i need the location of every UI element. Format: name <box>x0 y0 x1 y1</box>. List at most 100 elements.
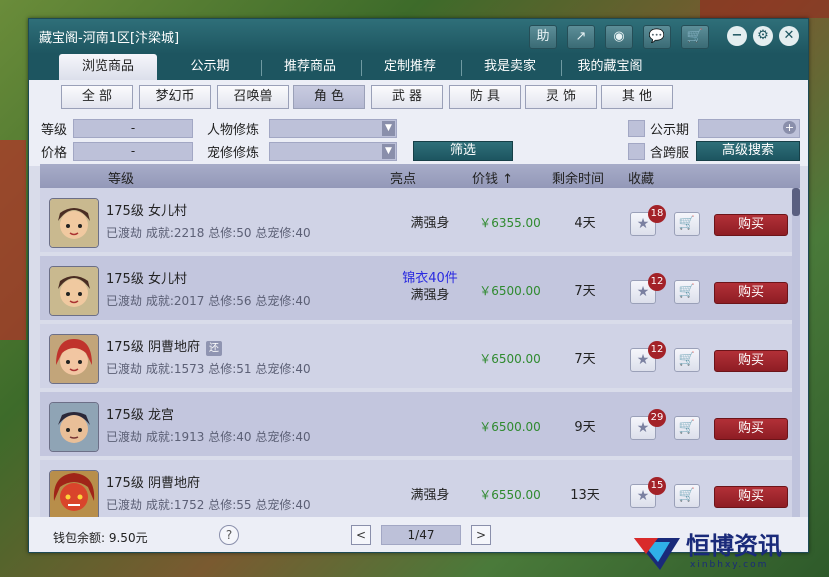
row-title-text: 175级 阴曹地府 <box>106 340 200 355</box>
header-price-label: 价钱 <box>472 172 499 187</box>
listing-table: 175级 女儿村 已渡劫 成就:2218 总修:50 总宠修:40 满强身 ￥6… <box>40 188 792 517</box>
help-button[interactable]: 助 <box>529 25 557 49</box>
row-title[interactable]: 175级 阴曹地府 <box>106 472 200 491</box>
row-details: 已渡劫 成就:1913 总修:40 总宠修:40 <box>106 430 311 444</box>
tab-separator <box>361 60 362 76</box>
category-gold[interactable]: 梦幻币 <box>139 85 211 109</box>
row-details: 已渡劫 成就:2218 总修:50 总宠修:40 <box>106 226 311 240</box>
table-scrollbar[interactable] <box>792 188 800 517</box>
filter-panel: 等级 - 价格 - 人物修炼 ▼ 宠修修炼 ▼ 筛选 公示期 + 含跨服 高级搜… <box>29 116 808 166</box>
minimize-button[interactable]: − <box>727 26 747 46</box>
row-remaining: 9天 <box>574 420 596 435</box>
tab-publicity[interactable]: 公示期 <box>165 54 255 80</box>
plus-icon[interactable]: + <box>783 121 796 134</box>
cultivation-select[interactable]: ▼ <box>269 119 397 138</box>
favorite-count: 18 <box>648 205 666 223</box>
row-price: ￥6500.00 <box>479 352 541 366</box>
row-title[interactable]: 175级 阴曹地府还 <box>106 336 222 356</box>
settings-button[interactable]: ⚙ <box>753 26 773 46</box>
background-roof <box>700 0 829 18</box>
row-remaining: 7天 <box>574 352 596 367</box>
category-character[interactable]: 角 色 <box>293 85 365 109</box>
row-price: ￥6500.00 <box>479 420 541 434</box>
cross-server-label: 含跨服 <box>650 146 690 161</box>
table-row: 175级 龙宫 已渡劫 成就:1913 总修:40 总宠修:40 ￥6500.0… <box>40 392 792 456</box>
header-price[interactable]: 价钱 ↑ <box>472 168 513 187</box>
site-watermark: 恒博资讯 xinbhxy.com <box>630 520 829 577</box>
favorite-count: 29 <box>648 409 666 427</box>
advanced-search-button[interactable]: 高级搜索 <box>696 141 800 161</box>
share-icon[interactable]: ↗ <box>567 25 595 49</box>
buy-button[interactable]: 购买 <box>714 282 788 304</box>
tab-my-cangbaoge[interactable]: 我的藏宝阁 <box>565 54 655 80</box>
category-weapon[interactable]: 武 器 <box>371 85 443 109</box>
add-to-cart-icon[interactable]: 🛒 <box>674 280 700 304</box>
header-level[interactable]: 等级 <box>108 168 134 187</box>
add-to-cart-icon[interactable]: 🛒 <box>674 348 700 372</box>
cultivation-label: 人物修炼 <box>207 123 260 138</box>
tab-seller[interactable]: 我是卖家 <box>465 54 555 80</box>
row-title[interactable]: 175级 女儿村 <box>106 200 187 219</box>
add-to-cart-icon[interactable]: 🛒 <box>674 212 700 236</box>
help-icon[interactable]: ? <box>219 525 239 545</box>
buy-button[interactable]: 购买 <box>714 214 788 236</box>
avatar <box>49 334 99 384</box>
category-bar: 全 部 梦幻币 召唤兽 角 色 武 器 防 具 灵 饰 其 他 <box>29 80 808 116</box>
row-title[interactable]: 175级 龙宫 <box>106 404 174 423</box>
row-price: ￥6550.00 <box>479 488 541 502</box>
category-armor[interactable]: 防 具 <box>449 85 521 109</box>
stop-icon[interactable]: ◉ <box>605 25 633 49</box>
category-all[interactable]: 全 部 <box>61 85 133 109</box>
table-row: 175级 女儿村 已渡劫 成就:2017 总修:56 总宠修:40 锦衣40件 … <box>40 256 792 320</box>
row-remaining: 4天 <box>574 216 596 231</box>
filter-button[interactable]: 筛选 <box>413 141 513 161</box>
watermark-url: xinbhxy.com <box>690 560 769 570</box>
page-indicator[interactable]: 1/47 <box>381 525 461 545</box>
tab-browse[interactable]: 浏览商品 <box>59 54 157 80</box>
avatar <box>49 266 99 316</box>
scrollbar-thumb[interactable] <box>792 188 800 216</box>
header-highlight: 亮点 <box>390 172 417 187</box>
category-pet[interactable]: 召唤兽 <box>217 85 289 109</box>
publicity-checkbox[interactable] <box>628 120 645 137</box>
buy-button[interactable]: 购买 <box>714 486 788 508</box>
chat-icon[interactable]: 💬 <box>643 25 671 49</box>
next-page-button[interactable]: > <box>471 525 491 545</box>
row-title[interactable]: 175级 女儿村 <box>106 268 187 287</box>
window-title: 藏宝阁-河南1区[汴梁城] <box>39 31 180 46</box>
sort-up-icon: ↑ <box>498 172 514 187</box>
add-to-cart-icon[interactable]: 🛒 <box>674 484 700 508</box>
cart-icon[interactable]: 🛒 <box>681 25 709 49</box>
row-remaining: 13天 <box>570 488 600 503</box>
title-bar: 藏宝阁-河南1区[汴梁城] 助 ↗ ◉ 💬 🛒 − ⚙ ✕ <box>29 19 808 54</box>
avatar <box>49 402 99 452</box>
price-label: 价格 <box>41 146 68 161</box>
wallet-balance: 钱包余额: 9.50元 <box>53 531 148 545</box>
header-favorite: 收藏 <box>628 172 655 187</box>
category-accessory[interactable]: 灵 饰 <box>525 85 597 109</box>
table-row: 175级 阴曹地府还 已渡劫 成就:1573 总修:51 总宠修:40 ￥650… <box>40 324 792 388</box>
level-label: 等级 <box>41 123 68 138</box>
background-pillar <box>0 140 26 340</box>
prev-page-button[interactable]: < <box>351 525 371 545</box>
close-button[interactable]: ✕ <box>779 26 799 46</box>
tab-recommended[interactable]: 推荐商品 <box>265 54 355 80</box>
cross-server-checkbox[interactable] <box>628 143 645 160</box>
header-remaining[interactable]: 剩余时间 <box>552 168 604 187</box>
favorite-count: 12 <box>648 341 666 359</box>
category-other[interactable]: 其 他 <box>601 85 673 109</box>
favorite-count: 12 <box>648 273 666 291</box>
tab-separator <box>261 60 262 76</box>
buy-button[interactable]: 购买 <box>714 350 788 372</box>
table-row: 175级 女儿村 已渡劫 成就:2218 总修:50 总宠修:40 满强身 ￥6… <box>40 188 792 252</box>
tab-custom-recommend[interactable]: 定制推荐 <box>365 54 455 80</box>
add-to-cart-icon[interactable]: 🛒 <box>674 416 700 440</box>
row-remaining: 7天 <box>574 284 596 299</box>
pet-cultivation-select[interactable]: ▼ <box>269 142 397 161</box>
price-range-input[interactable]: - <box>73 142 193 161</box>
buy-button[interactable]: 购买 <box>714 418 788 440</box>
tab-separator <box>461 60 462 76</box>
level-range-input[interactable]: - <box>73 119 193 138</box>
table-row: 175级 阴曹地府 已渡劫 成就:1752 总修:55 总宠修:40 满强身 ￥… <box>40 460 792 517</box>
avatar <box>49 198 99 248</box>
